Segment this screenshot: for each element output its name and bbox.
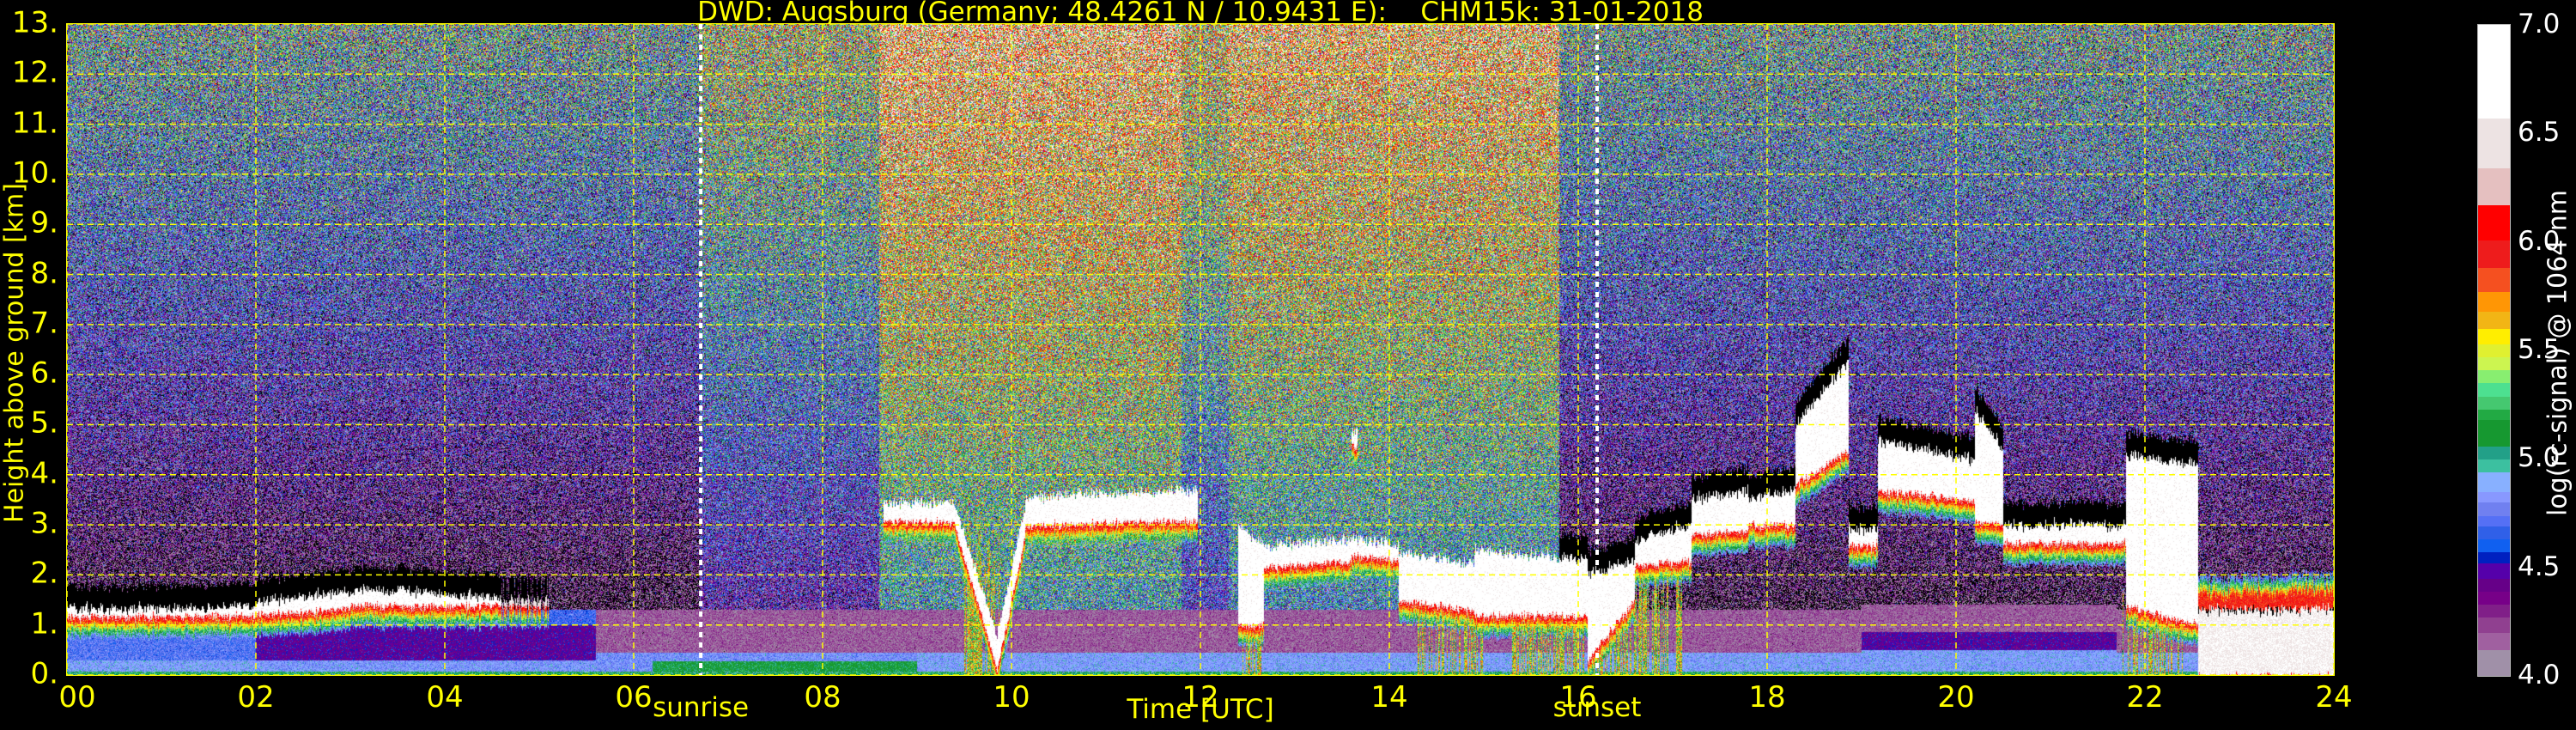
colorbar-level (2478, 491, 2510, 503)
colorbar-level (2478, 267, 2510, 293)
colorbar-level (2478, 409, 2510, 421)
y-tick-label: 0. (30, 656, 58, 691)
colorbar-level (2478, 382, 2510, 397)
colorbar-level (2478, 25, 2510, 119)
plot-area (66, 23, 2335, 676)
y-axis-label: Height above ground [km] (0, 183, 30, 523)
colorbar (2477, 24, 2511, 677)
y-tick-label: 3. (30, 506, 58, 541)
colorbar-level (2478, 471, 2510, 492)
colorbar-tick-label: 6.5 (2518, 117, 2561, 149)
colorbar-level (2478, 204, 2510, 240)
colorbar-level (2478, 311, 2510, 330)
x-axis-label: Time [UTC] (1127, 694, 1274, 725)
colorbar-level (2478, 369, 2510, 384)
y-tick-label: 1. (30, 605, 58, 641)
colorbar-level (2478, 515, 2510, 527)
colorbar-tick-label: 4.0 (2518, 660, 2561, 690)
y-tick-label: 9. (30, 205, 58, 240)
colorbar-level (2478, 118, 2510, 169)
colorbar-level (2478, 419, 2510, 447)
colorbar-label: log(rc-signal) @ 1064 nm (2543, 189, 2573, 517)
colorbar-level (2478, 632, 2510, 651)
y-tick-label: 13. (11, 5, 58, 40)
colorbar-level (2478, 538, 2510, 553)
colorbar-level (2478, 526, 2510, 540)
colorbar-level (2478, 604, 2510, 618)
colorbar-level (2478, 328, 2510, 344)
colorbar-tick-label: 7.0 (2518, 9, 2561, 40)
y-tick-label: 8. (30, 255, 58, 290)
colorbar-level (2478, 617, 2510, 633)
colorbar-level (2478, 591, 2510, 605)
colorbar-level (2478, 291, 2510, 312)
y-tick-label: 4. (30, 456, 58, 491)
y-tick-label: 12. (11, 55, 58, 90)
colorbar-level (2478, 649, 2510, 677)
colorbar-level (2478, 502, 2510, 516)
colorbar-level (2478, 446, 2510, 459)
colorbar-level (2478, 240, 2510, 269)
colorbar-level (2478, 167, 2510, 206)
colorbar-level (2478, 551, 2510, 564)
y-tick-label: 2. (30, 556, 58, 591)
y-tick-label: 11. (11, 105, 58, 140)
y-tick-label: 6. (30, 356, 58, 391)
colorbar-level (2478, 578, 2510, 592)
colorbar-level (2478, 459, 2510, 472)
grid-overlay (66, 23, 2335, 676)
y-tick-label: 7. (30, 306, 58, 341)
colorbar-level (2478, 396, 2510, 410)
colorbar-level (2478, 356, 2510, 371)
y-tick-label: 5. (30, 405, 58, 441)
colorbar-level (2478, 563, 2510, 579)
colorbar-level (2478, 344, 2510, 358)
colorbar-tick-label: 4.5 (2518, 551, 2561, 582)
